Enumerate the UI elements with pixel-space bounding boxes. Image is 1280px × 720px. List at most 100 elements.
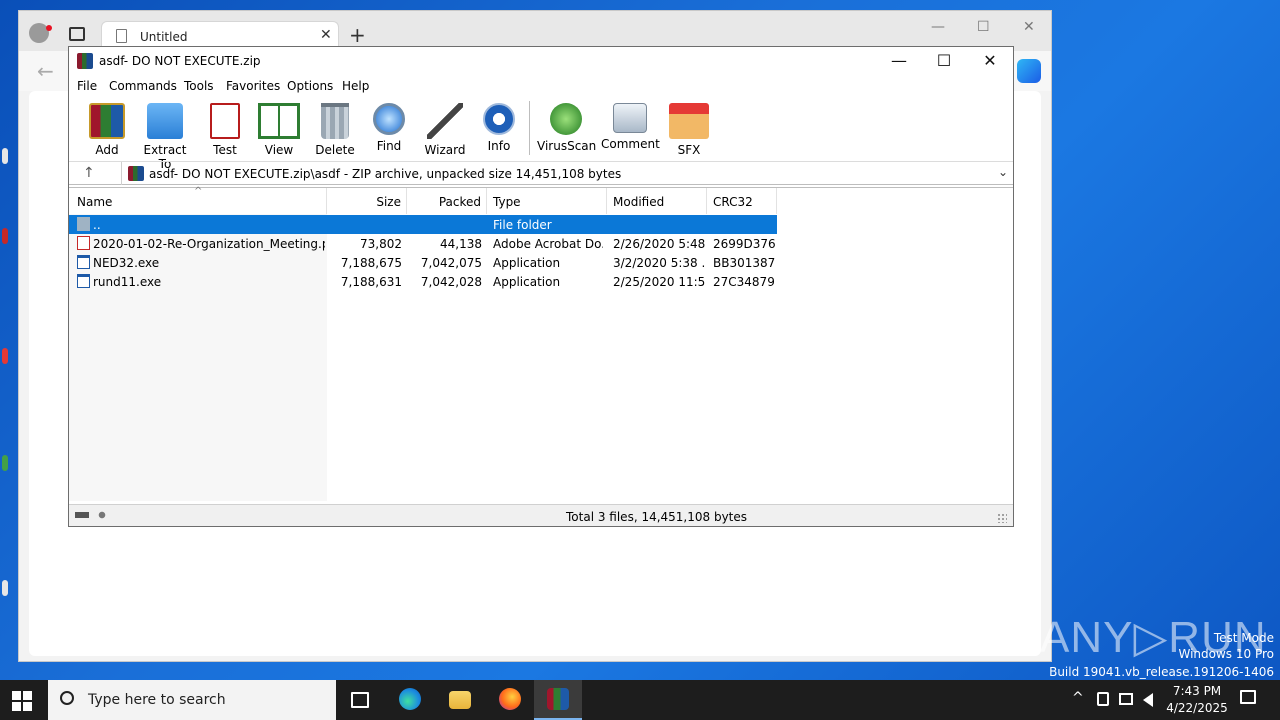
taskbar-edge[interactable] [386, 680, 434, 720]
cell-type: Application [493, 275, 561, 289]
browser-maximize-button[interactable]: ☐ [977, 19, 990, 35]
desktop-icons-strip [0, 0, 20, 680]
build-text: Build 19041.vb_release.191206-1406 [1049, 665, 1274, 679]
exe-file-icon [77, 255, 90, 269]
windows-start-icon[interactable] [12, 691, 32, 711]
chevron-down-icon[interactable]: ⌄ [998, 165, 1008, 179]
table-row[interactable]: rund11.exe 7,188,631 7,042,028 Applicati… [69, 272, 777, 291]
column-header-size[interactable]: Size [327, 188, 407, 214]
new-tab-button[interactable]: + [349, 23, 366, 47]
column-header-type[interactable]: Type [487, 188, 607, 214]
tab-close-button[interactable]: ✕ [320, 27, 332, 43]
resize-grip-icon[interactable] [997, 513, 1007, 523]
edge-icon [399, 688, 421, 710]
tray-overflow-chevron-icon[interactable]: ^ [1072, 690, 1084, 706]
browser-close-button[interactable]: ✕ [1023, 19, 1035, 35]
exe-file-icon [77, 274, 90, 288]
taskbar-file-explorer[interactable] [436, 680, 484, 720]
winrar-window: asdf- DO NOT EXECUTE.zip — ☐ ✕ File Comm… [68, 46, 1014, 527]
taskbar-search-box[interactable]: Type here to search [48, 680, 336, 720]
firefox-icon [499, 688, 521, 710]
notification-dot-icon [46, 25, 52, 31]
menu-commands[interactable]: Commands [109, 79, 177, 93]
table-row[interactable]: 2020-01-02-Re-Organization_Meeting.pdf 7… [69, 234, 777, 253]
volume-icon[interactable] [1143, 693, 1153, 707]
path-bar: ↑ asdf- DO NOT EXECUTE.zip\asdf - ZIP ar… [69, 161, 1013, 185]
sfx-button[interactable]: SFX [667, 101, 711, 157]
test-label: Test [213, 143, 237, 157]
clock[interactable]: 7:43 PM 4/22/2025 [1160, 683, 1234, 717]
table-row[interactable]: NED32.exe 7,188,675 7,042,075 Applicatio… [69, 253, 777, 272]
tab-actions-icon[interactable] [69, 27, 85, 41]
notifications-icon[interactable] [1240, 690, 1256, 704]
menu-tools[interactable]: Tools [184, 79, 214, 93]
info-button[interactable]: Info [479, 101, 519, 153]
up-one-level-button[interactable]: ↑ [83, 165, 95, 181]
cell-size: 7,188,631 [340, 275, 402, 289]
menu-favorites[interactable]: Favorites [226, 79, 280, 93]
sfx-box-icon [669, 103, 709, 139]
status-bar: Total 3 files, 14,451,108 bytes [69, 504, 1013, 526]
test-button[interactable]: Test [205, 101, 245, 157]
folder-up-icon [77, 217, 90, 231]
toolbar-separator [529, 101, 530, 155]
info-label: Info [487, 139, 511, 153]
menu-options[interactable]: Options [287, 79, 333, 93]
maximize-button[interactable]: ☐ [929, 51, 959, 70]
add-button[interactable]: Add [85, 101, 129, 157]
search-placeholder: Type here to search [88, 692, 226, 708]
virusscan-button[interactable]: VirusScan [537, 101, 597, 153]
add-label: Add [95, 143, 119, 157]
windows-edition-text: Windows 10 Pro [1178, 647, 1274, 661]
menu-file[interactable]: File [77, 79, 97, 93]
browser-tab-title: Untitled [140, 30, 188, 44]
search-icon [60, 691, 74, 705]
menu-help[interactable]: Help [342, 79, 369, 93]
browser-minimize-button[interactable]: — [931, 19, 945, 35]
window-title: asdf- DO NOT EXECUTE.zip [99, 54, 261, 68]
taskbar-winrar[interactable] [534, 680, 582, 720]
desktop-shortcut-icon[interactable] [2, 228, 8, 244]
task-view-icon [351, 692, 369, 708]
desktop-shortcut-icon[interactable] [2, 455, 8, 471]
file-list: Name ^ Size Packed Type Modified CRC32 .… [69, 186, 1013, 502]
table-row-parent-folder[interactable]: .. File folder [69, 215, 777, 234]
desktop-shortcut-icon[interactable] [2, 148, 8, 164]
wand-icon [427, 103, 463, 139]
taskbar-firefox[interactable] [486, 680, 534, 720]
column-header-name[interactable]: Name ^ [69, 186, 327, 214]
delete-button[interactable]: Delete [313, 101, 357, 157]
wizard-button[interactable]: Wizard [423, 101, 467, 157]
task-view-button[interactable] [336, 680, 384, 720]
virusscan-label: VirusScan [537, 139, 597, 153]
desktop-shortcut-icon[interactable] [2, 580, 8, 596]
comment-icon [613, 103, 647, 133]
clock-time: 7:43 PM [1172, 684, 1222, 698]
column-crc32-label: CRC32 [713, 195, 753, 209]
menu-bar: File Commands Tools Favorites Options He… [69, 77, 1013, 97]
back-button[interactable]: ← [37, 59, 54, 83]
view-button[interactable]: View [257, 101, 301, 157]
column-header-modified[interactable]: Modified [607, 188, 707, 214]
cell-crc32: 27C34879 [713, 275, 775, 289]
browser-tab-bar: Untitled ✕ + — ☐ ✕ [19, 11, 1051, 51]
copilot-icon[interactable] [1017, 59, 1041, 83]
comment-button[interactable]: Comment [601, 101, 660, 151]
security-icon[interactable] [1097, 692, 1109, 706]
cell-type: Application [493, 256, 561, 270]
extract-folder-icon [147, 103, 183, 139]
folder-icon [449, 691, 471, 709]
find-button[interactable]: Find [367, 101, 411, 153]
toolbar: Add Extract To Test View Delete Find Wiz… [69, 97, 1013, 171]
trash-icon [321, 103, 349, 139]
close-button[interactable]: ✕ [975, 51, 1005, 70]
column-header-packed[interactable]: Packed [407, 188, 487, 214]
magnifier-icon [373, 103, 405, 135]
column-header-crc32[interactable]: CRC32 [707, 188, 777, 214]
path-dropdown[interactable]: asdf- DO NOT EXECUTE.zip\asdf - ZIP arch… [121, 162, 1013, 185]
column-modified-label: Modified [613, 195, 665, 209]
network-icon[interactable] [1119, 693, 1133, 705]
minimize-button[interactable]: — [884, 51, 914, 70]
winrar-title-bar: asdf- DO NOT EXECUTE.zip — ☐ ✕ [69, 47, 1013, 77]
desktop-shortcut-icon[interactable] [2, 348, 8, 364]
